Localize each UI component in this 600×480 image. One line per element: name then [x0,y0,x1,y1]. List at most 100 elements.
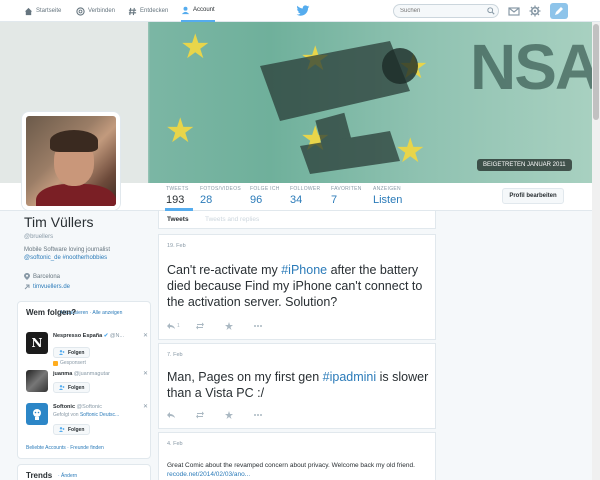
reply-action[interactable]: 1 [167,321,196,331]
stat-lists[interactable]: ANZEIGEN Listen [373,186,402,206]
tweet-text: Great Comic about the revamped concern a… [167,461,429,479]
tweet-card[interactable]: 4. Feb Great Comic about the revamped co… [158,432,436,480]
suggestion-name-text[interactable]: Softonic [53,404,75,410]
suggestion-name-text[interactable]: Nespresso España [53,333,102,339]
tweet-card[interactable]: 19. Feb Can't re-activate my #iPhone aft… [158,234,436,340]
more-action[interactable] [254,321,283,331]
followed-by-link[interactable]: Softonic Deutsc... [80,412,119,418]
stat-followers-value: 34 [290,194,303,206]
nav-discover[interactable]: Entdecken [128,0,168,22]
hashtag-icon [128,7,137,15]
reply-icon [167,323,175,329]
suggestion-name[interactable]: Softonic @Softonic [53,404,102,410]
more-dots-icon [254,325,262,327]
retweet-icon [196,322,204,330]
follow-button[interactable]: Folgen [53,424,91,435]
tweet-card[interactable]: 7. Feb Man, Pages on my first gen #ipadm… [158,343,436,429]
nav-home-label: Startseite [36,8,62,14]
stat-following[interactable]: FOLGE ICH 96 [250,186,280,206]
verified-badge-icon: ✔ [103,333,109,339]
person-icon [181,6,190,14]
tweet-text-part: Can't re-activate my [167,263,282,277]
gear-icon[interactable] [529,5,541,17]
stat-tweets[interactable]: TWEETS 193 [166,186,189,206]
suggestion-handle: @N... [109,333,125,339]
tweet-hashtag[interactable]: #ipadmini [323,370,377,384]
tweet-text: Can't re-activate my #iPhone after the b… [167,262,429,310]
bio-line: Mobile Software loving journalist [24,247,111,253]
reply-action[interactable] [167,410,196,420]
tweet-hashtag[interactable]: #iPhone [281,263,327,277]
retweet-action[interactable] [196,321,225,331]
nespresso-logo-icon[interactable]: N [26,332,48,354]
softonic-logo-icon[interactable] [26,403,48,425]
tweet-text-part: Great Comic about the revamped concern a… [167,462,415,469]
retweet-action[interactable] [196,410,225,420]
bio-links[interactable]: @softonic_de #nootherhobbies [24,254,146,262]
wtf-footer-links[interactable]: Beliebte Accounts · Freunde finden [26,445,104,451]
promoted-label: Gesponsert [53,360,86,366]
reply-icon [167,412,175,418]
home-icon [24,7,33,15]
edit-profile-button[interactable]: Profil bearbeiten [502,188,564,204]
stat-following-value: 96 [250,194,263,206]
location-pin-icon [24,273,30,280]
website-text[interactable]: timvuellers.de [33,284,70,290]
follow-button[interactable]: Folgen [53,382,91,393]
favorite-action[interactable] [225,321,254,331]
follow-button[interactable]: Folgen [53,347,91,358]
more-action[interactable] [254,410,283,420]
tweet-actions: 1 [167,321,283,331]
link-icon [24,284,30,290]
top-navigation-bar: Startseite Verbinden Entdecken Account [0,0,600,22]
trends-change-link[interactable]: · Ändern [58,473,77,479]
followed-by-prefix: Gefolgt von [53,412,79,418]
twitter-bird-icon[interactable] [296,5,310,17]
search-icon[interactable] [487,7,495,15]
favorite-action[interactable] [225,410,254,420]
profile-handle[interactable]: @bruellers [24,234,53,240]
suggestion-name-text[interactable]: juanma [53,371,72,377]
search-input[interactable] [393,4,499,18]
profile-website[interactable]: timvuellers.de [24,284,70,290]
nav-account[interactable]: Account [181,0,215,22]
star-icon [225,322,233,330]
tweet-date[interactable]: 19. Feb [167,243,186,249]
tweet-actions [167,410,283,420]
stat-favorites[interactable]: FAVORITEN 7 [331,186,362,206]
follow-button-label: Folgen [68,384,85,391]
tweet-text: Man, Pages on my first gen #ipadmini is … [167,369,429,401]
profile-location: Barcelona [24,273,60,280]
dismiss-suggestion-icon[interactable]: ✕ [143,370,148,377]
profile-avatar[interactable] [22,112,120,210]
dismiss-suggestion-icon[interactable]: ✕ [143,403,148,410]
suggestion-name[interactable]: Nespresso España ✔ @N... [53,333,124,339]
nav-connect[interactable]: Verbinden [76,0,115,22]
compose-tweet-button[interactable] [550,3,568,19]
tab-tweets-and-replies[interactable]: Tweets and replies [205,216,259,223]
tab-tweets[interactable]: Tweets [167,216,189,223]
stat-favorites-label: FAVORITEN [331,186,362,192]
nav-connect-label: Verbinden [88,8,116,14]
stat-lists-value: Listen [373,194,403,206]
stat-following-label: FOLGE ICH [250,186,280,192]
promoted-icon [53,360,58,366]
page-scrollbar-thumb[interactable] [593,24,599,120]
suggestion-item: Softonic @Softonic Gefolgt von Softonic … [26,403,150,439]
juanma-avatar[interactable] [26,370,48,392]
nav-home[interactable]: Startseite [24,0,61,22]
timeline-tabs: Tweets Tweets and replies [158,211,436,229]
retweet-icon [196,411,204,419]
messages-icon[interactable] [508,5,520,17]
stat-photos-videos[interactable]: FOTOS/VIDEOS 28 [200,186,241,206]
tweet-date[interactable]: 4. Feb [167,441,183,447]
suggestion-name[interactable]: juanma @juanmagutar [53,371,110,377]
compose-icon [555,7,563,15]
dismiss-suggestion-icon[interactable]: ✕ [143,332,148,339]
suggestion-handle: @juanmagutar [73,371,110,377]
stat-followers[interactable]: FOLLOWER 34 [290,186,320,206]
profile-name: Tim Vüllers [24,214,94,230]
tweet-date[interactable]: 7. Feb [167,352,183,358]
tweet-link[interactable]: recode.net/2014/02/03/ano... [167,471,250,478]
stat-photos-label: FOTOS/VIDEOS [200,186,242,192]
